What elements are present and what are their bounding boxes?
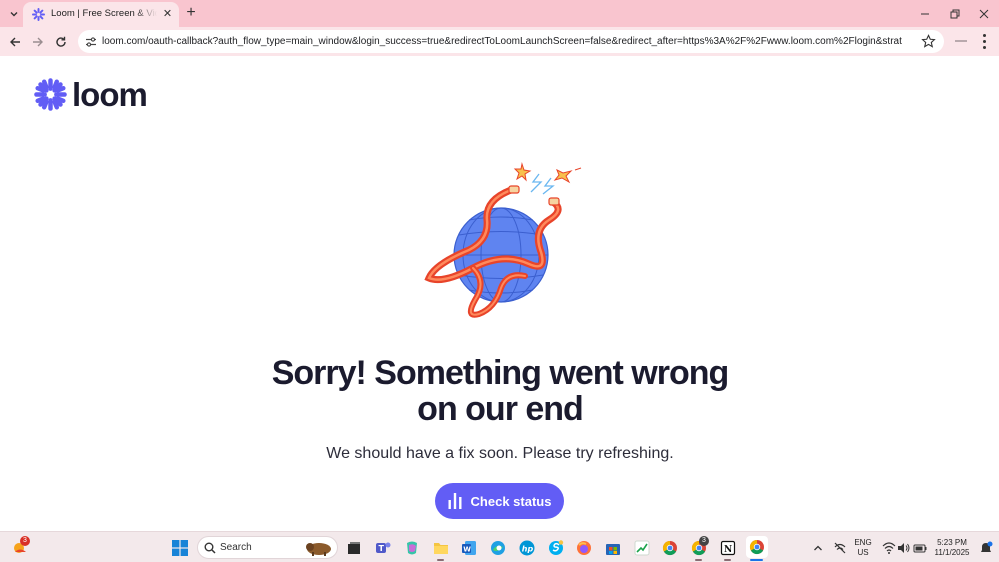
tab-search-chevron-icon[interactable] bbox=[6, 6, 22, 22]
forward-icon[interactable] bbox=[29, 33, 46, 50]
loom-logo[interactable]: loom bbox=[34, 75, 148, 113]
tab-close-icon[interactable]: ✕ bbox=[161, 8, 174, 21]
url-text[interactable]: loom.com/oauth-callback?auth_flow_type=m… bbox=[102, 36, 902, 47]
tab-title: Loom | Free Screen & Video Re bbox=[51, 8, 157, 19]
loom-favicon-icon bbox=[32, 8, 45, 21]
language-code: ENG bbox=[854, 538, 872, 547]
check-status-label: Check status bbox=[470, 493, 552, 509]
chrome-profile-running-indicator bbox=[695, 559, 702, 561]
error-subtext: We should have a fix soon. Please try re… bbox=[326, 445, 674, 462]
teams-icon[interactable]: T bbox=[373, 538, 392, 557]
taskbar-search-box[interactable]: Search bbox=[197, 536, 338, 559]
weather-badge: 3 bbox=[20, 536, 30, 546]
clock[interactable]: 5:23 PM 11/1/2025 bbox=[928, 538, 976, 558]
menu-kebab-icon[interactable] bbox=[978, 33, 990, 50]
wifi-off-icon[interactable] bbox=[830, 538, 849, 557]
edge-icon[interactable] bbox=[488, 538, 507, 557]
language-region: US bbox=[857, 548, 869, 557]
task-view-icon[interactable] bbox=[344, 538, 363, 557]
battery-icon[interactable] bbox=[910, 538, 929, 557]
clock-time: 5:23 PM bbox=[937, 538, 967, 547]
address-bar[interactable]: loom.com/oauth-callback?auth_flow_type=m… bbox=[78, 30, 944, 53]
windows-taskbar: 3 Search T W hp 3 N ENG US 5:23 PM 11/1/… bbox=[0, 531, 999, 562]
word-icon[interactable]: W bbox=[459, 538, 478, 557]
store-icon[interactable] bbox=[603, 538, 622, 557]
skype-icon[interactable] bbox=[546, 538, 565, 557]
bar-chart-icon bbox=[448, 493, 462, 509]
hp-icon[interactable]: hp bbox=[517, 538, 536, 557]
page-content: loom Sorry! Something went wrong on our … bbox=[0, 56, 999, 531]
notification-icon[interactable] bbox=[976, 538, 995, 557]
minimize-icon[interactable] bbox=[910, 0, 940, 27]
notion-running-indicator bbox=[724, 559, 731, 561]
search-icon bbox=[204, 542, 216, 554]
active-tab[interactable]: Loom | Free Screen & Video Re ✕ bbox=[23, 2, 179, 27]
language-indicator[interactable]: ENG US bbox=[852, 538, 874, 558]
restore-icon[interactable] bbox=[940, 0, 970, 27]
tab-strip: Loom | Free Screen & Video Re ✕ + bbox=[0, 0, 999, 27]
chevron-up-icon[interactable] bbox=[808, 538, 827, 557]
notion-icon[interactable]: N bbox=[718, 538, 737, 557]
extension-placeholder[interactable] bbox=[955, 40, 967, 42]
check-status-button[interactable]: Check status bbox=[435, 483, 564, 519]
chrome-active-indicator bbox=[750, 559, 763, 561]
clock-date: 11/1/2025 bbox=[934, 548, 970, 557]
firefox-icon[interactable] bbox=[574, 538, 593, 557]
new-tab-icon[interactable]: + bbox=[183, 5, 199, 21]
loom-logo-icon bbox=[34, 77, 67, 111]
stocks-icon[interactable] bbox=[632, 538, 651, 557]
file-explorer-icon[interactable] bbox=[431, 538, 450, 557]
site-info-icon[interactable] bbox=[84, 35, 98, 49]
browser-toolbar: loom.com/oauth-callback?auth_flow_type=m… bbox=[0, 27, 999, 56]
close-window-icon[interactable] bbox=[969, 0, 999, 27]
explorer-running-indicator bbox=[437, 559, 444, 561]
svg-text:W: W bbox=[463, 545, 471, 553]
reload-icon[interactable] bbox=[52, 33, 69, 50]
windows-start-icon[interactable] bbox=[170, 538, 189, 557]
svg-text:T: T bbox=[378, 544, 384, 553]
taskbar-search-label: Search bbox=[220, 542, 252, 553]
copilot-icon[interactable] bbox=[402, 538, 421, 557]
error-headline: Sorry! Something went wrong on our end bbox=[271, 354, 730, 428]
chrome-active-icon[interactable] bbox=[746, 536, 768, 558]
svg-text:N: N bbox=[724, 545, 732, 555]
back-icon[interactable] bbox=[6, 33, 23, 50]
chrome-profile-badge: 3 bbox=[699, 536, 709, 546]
svg-text:hp: hp bbox=[521, 544, 533, 553]
broken-globe-illustration bbox=[424, 162, 582, 318]
chrome-icon[interactable] bbox=[660, 538, 679, 557]
search-highlight-bison-icon bbox=[306, 543, 331, 556]
bookmark-star-icon[interactable] bbox=[921, 34, 936, 49]
logo-wordmark: loom bbox=[72, 75, 148, 113]
